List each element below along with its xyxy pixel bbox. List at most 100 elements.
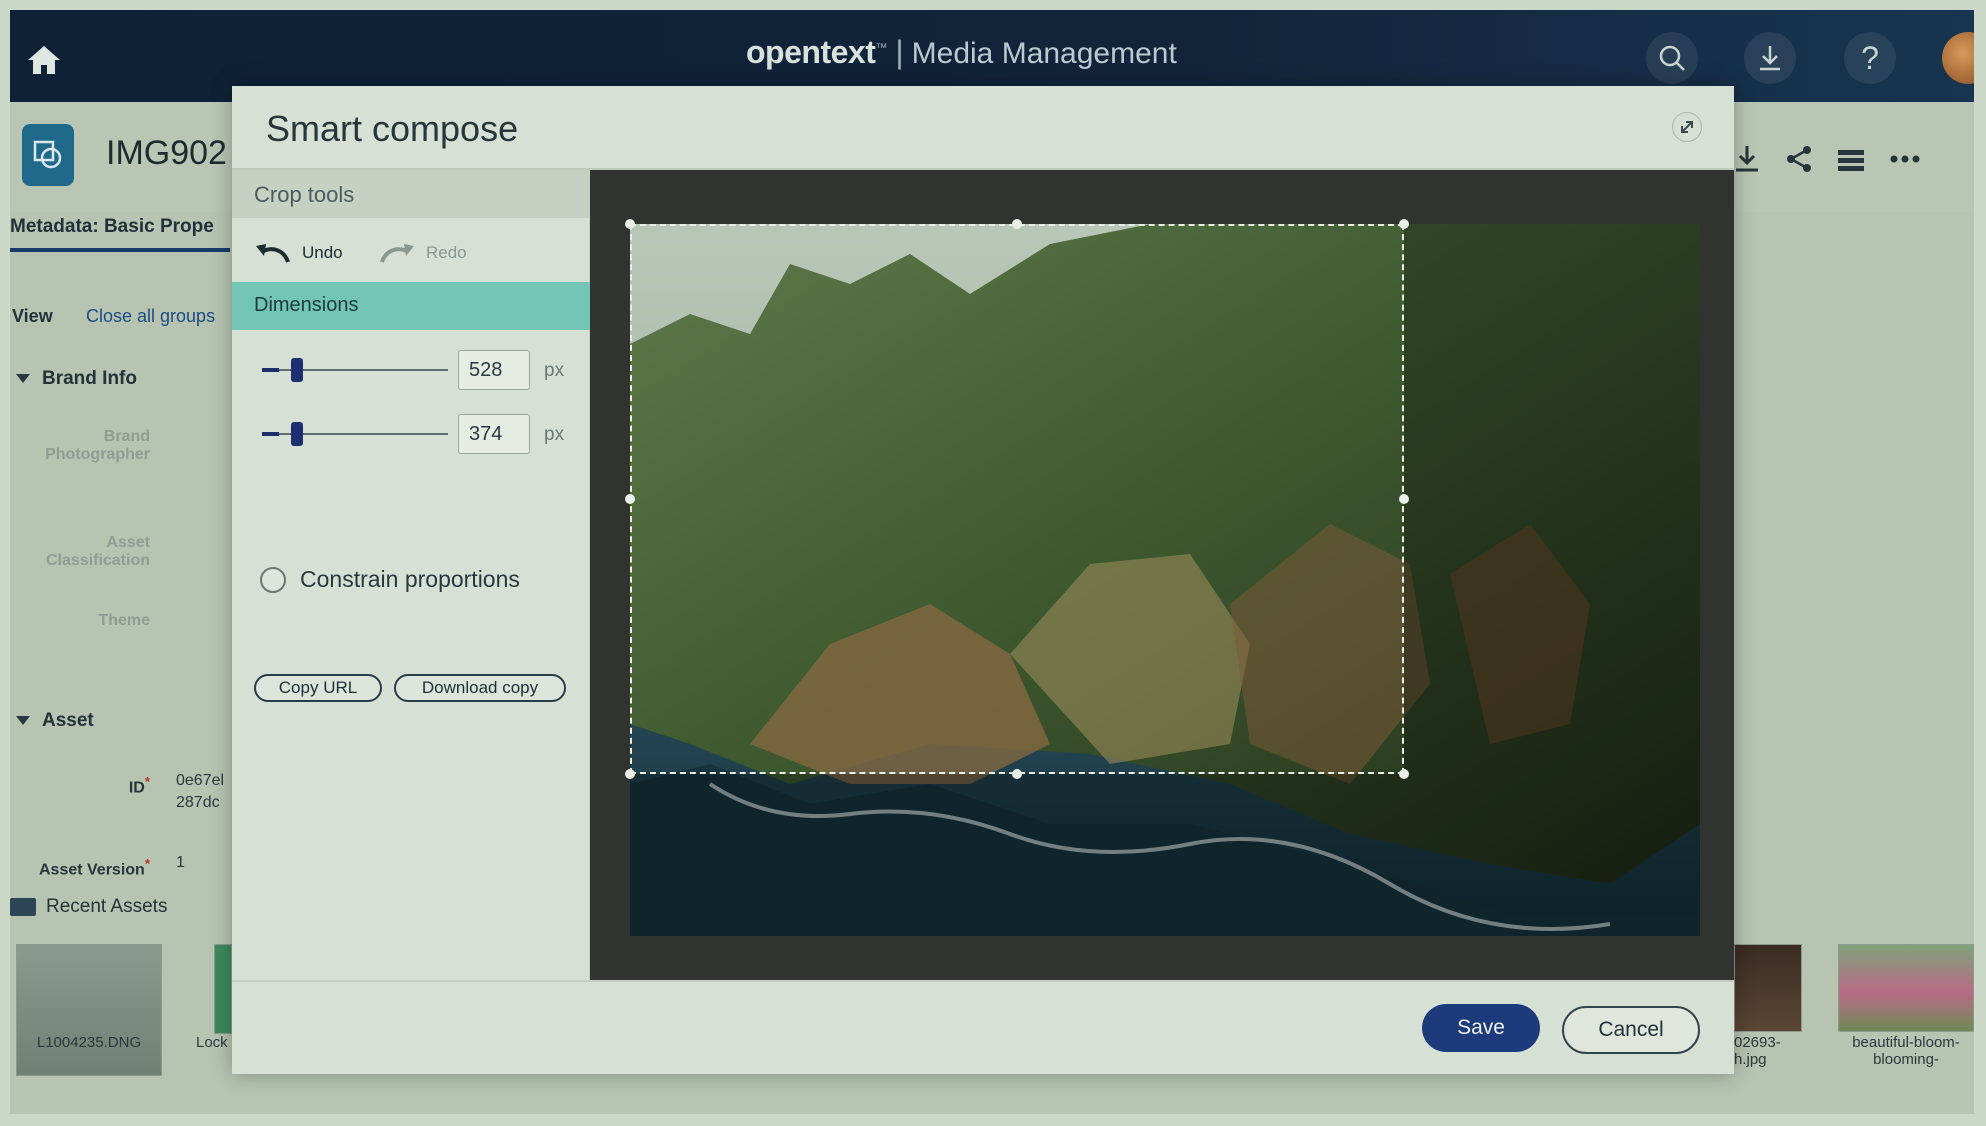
save-button[interactable]: Save	[1422, 1004, 1540, 1052]
app-name: Media Management	[911, 37, 1177, 70]
user-avatar[interactable]	[1942, 32, 1974, 84]
view-label: View	[12, 306, 53, 326]
width-unit: px	[544, 360, 565, 381]
field-value-id-line-2: 287dc	[176, 794, 220, 811]
height-input[interactable]	[458, 414, 530, 454]
image-asset-icon	[22, 124, 74, 186]
redo-button[interactable]: Redo	[378, 238, 467, 268]
required-mark: *	[144, 774, 150, 789]
divider	[232, 980, 1734, 982]
download-action-icon[interactable]	[1730, 142, 1764, 176]
recent-asset-caption: beautiful-bloom-blooming-	[1838, 1034, 1974, 1068]
crop-tools-panel: Crop tools Undo Redo Dimensions px px Co…	[232, 170, 590, 980]
crop-handle-top-right[interactable]	[1399, 219, 1409, 229]
group-brand-info-label: Brand Info	[42, 368, 137, 389]
field-label-asset-version: Asset Version*	[10, 856, 150, 879]
field-value-id-line-1: 0e67el	[176, 772, 225, 789]
brand-name: opentext	[746, 34, 876, 70]
constrain-proportions-option[interactable]: Constrain proportions	[260, 566, 520, 593]
dimensions-header[interactable]: Dimensions	[232, 282, 590, 330]
dimensions-label: Dimensions	[254, 294, 359, 316]
asset-name: IMG902	[106, 134, 227, 172]
slider-track	[262, 369, 448, 371]
download-icon[interactable]	[1744, 32, 1796, 84]
copy-url-button[interactable]: Copy URL	[254, 674, 382, 702]
brand-title: opentext™ | Media Management	[746, 34, 1177, 71]
crop-handle-left[interactable]	[625, 494, 635, 504]
slider-fill	[262, 432, 279, 436]
field-value-asset-version: 1	[176, 854, 185, 871]
undo-button[interactable]: Undo	[254, 238, 343, 268]
constrain-radio[interactable]	[260, 566, 286, 593]
crop-handle-right[interactable]	[1399, 494, 1409, 504]
search-icon[interactable]	[1646, 32, 1698, 84]
share-icon[interactable]	[1782, 142, 1816, 176]
redo-label: Redo	[426, 243, 467, 262]
brand-separator: |	[895, 34, 904, 70]
recent-asset-caption: L1004235.DNG	[36, 1034, 142, 1051]
recent-assets-heading: Recent Assets	[10, 896, 167, 918]
download-copy-button[interactable]: Download copy	[394, 674, 566, 702]
classification-label-line-2: Classification	[45, 552, 150, 569]
recent-assets-label: Recent Assets	[46, 896, 168, 917]
recent-asset-caption: 02693- h.jpg	[1734, 1034, 1802, 1068]
recent-asset-thumbnail[interactable]	[1838, 944, 1974, 1032]
slider-handle[interactable]	[291, 422, 303, 446]
recent-asset-caption: Lock	[196, 1034, 228, 1051]
width-slider[interactable]	[262, 358, 448, 382]
home-icon[interactable]	[24, 40, 64, 80]
field-label-id: ID*	[10, 774, 150, 797]
classification-label-line-1: Asset	[106, 534, 150, 551]
metadata-tab[interactable]: Metadata: Basic Prope	[10, 216, 230, 252]
caption-line-2: blooming-	[1873, 1051, 1939, 1068]
height-slider[interactable]	[262, 422, 448, 446]
brand-label-line-1: Brand	[103, 428, 150, 445]
folder-icon	[10, 897, 36, 916]
caret-down-icon	[16, 374, 30, 384]
height-unit: px	[544, 424, 565, 445]
id-label: ID	[128, 779, 145, 797]
close-all-groups-link[interactable]: Close all groups	[86, 306, 215, 327]
field-label-asset-classification: Asset Classification	[10, 534, 150, 570]
undo-icon	[256, 244, 290, 263]
crop-tools-label: Crop tools	[254, 182, 355, 207]
image-canvas	[590, 170, 1734, 980]
dialog-title: Smart compose	[266, 108, 519, 149]
slider-fill	[262, 368, 279, 372]
brand-trademark: ™	[875, 40, 888, 55]
recent-asset-thumbnail[interactable]	[16, 944, 162, 1076]
expand-icon[interactable]	[1672, 112, 1702, 142]
slider-track	[262, 433, 448, 435]
required-mark: *	[144, 856, 150, 871]
recent-asset-thumbnail[interactable]	[214, 944, 232, 1034]
crop-handle-bottom[interactable]	[1012, 769, 1022, 779]
width-input[interactable]	[458, 350, 530, 390]
crop-tools-header[interactable]: Crop tools	[232, 170, 590, 218]
crop-handle-bottom-left[interactable]	[625, 769, 635, 779]
smart-compose-dialog: Smart compose Crop tools Undo Redo Dimen…	[232, 86, 1734, 1074]
group-brand-info[interactable]: Brand Info	[16, 368, 137, 390]
field-label-theme: Theme	[98, 612, 150, 629]
undo-label: Undo	[302, 243, 343, 262]
crop-selection-box[interactable]	[630, 224, 1404, 774]
crop-handle-top[interactable]	[1012, 219, 1022, 229]
redo-icon	[380, 244, 414, 263]
group-asset[interactable]: Asset	[16, 710, 94, 732]
caption-line-2: h.jpg	[1734, 1051, 1767, 1068]
caption-line-1: 02693-	[1734, 1034, 1781, 1051]
caret-down-icon	[16, 716, 30, 726]
crop-handle-top-left[interactable]	[625, 219, 635, 229]
recent-asset-thumbnail[interactable]	[1734, 944, 1802, 1032]
slider-handle[interactable]	[291, 358, 303, 382]
version-label: Asset Version	[38, 861, 145, 879]
group-asset-label: Asset	[42, 710, 94, 731]
more-options-icon[interactable]	[1888, 142, 1922, 176]
brand-label-line-2: Photographer	[45, 446, 150, 463]
help-icon[interactable]: ?	[1844, 32, 1896, 84]
cancel-button[interactable]: Cancel	[1562, 1006, 1700, 1054]
constrain-label: Constrain proportions	[300, 566, 520, 592]
crop-handle-bottom-right[interactable]	[1399, 769, 1409, 779]
caption-line-1: beautiful-bloom-	[1852, 1034, 1960, 1051]
field-label-brand-photographer: Brand Photographer	[10, 428, 150, 464]
stack-icon[interactable]	[1834, 142, 1868, 176]
